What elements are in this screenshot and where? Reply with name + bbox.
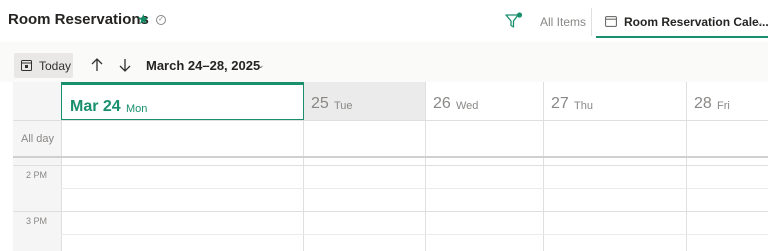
- day-number: 26: [433, 95, 451, 112]
- day-number: 27: [551, 95, 569, 112]
- calendar-week-grid: Mar 24 Mon 25 Tue 26 Wed 27 Thu 28 Fri A…: [13, 82, 768, 251]
- day-header-mon[interactable]: Mar 24 Mon: [61, 82, 304, 120]
- grid-line: [13, 211, 768, 212]
- grid-line: [13, 165, 768, 166]
- day-header-wed[interactable]: 26 Wed: [425, 82, 543, 120]
- list-header: Room Reservations ★ ✓ All Items Room Res…: [0, 0, 768, 42]
- chevron-down-icon[interactable]: ⌄: [257, 60, 265, 71]
- favorite-star-icon[interactable]: ★: [137, 11, 150, 28]
- grid-line: [13, 120, 768, 121]
- day-header-thu[interactable]: 27 Thu: [543, 82, 686, 120]
- previous-week-arrow-icon[interactable]: [89, 57, 105, 73]
- day-number: Mar 24: [70, 98, 121, 115]
- divider: [591, 8, 592, 36]
- page-title: Room Reservations: [8, 11, 149, 28]
- next-week-arrow-icon[interactable]: [117, 57, 133, 73]
- chevron-down-icon: ⌄: [756, 17, 764, 27]
- today-label: Today: [39, 59, 72, 73]
- day-name: Fri: [717, 100, 730, 112]
- day-name: Mon: [126, 103, 148, 115]
- all-day-divider: [13, 156, 768, 158]
- day-header-fri[interactable]: 28 Fri: [686, 82, 768, 120]
- check-circle-icon: ✓: [156, 15, 166, 25]
- calendar-view-icon: [605, 16, 617, 27]
- current-view-label: Room Reservation Cale...: [624, 15, 768, 29]
- day-number: 28: [694, 95, 712, 112]
- current-view-selector[interactable]: Room Reservation Cale... ⌄: [596, 6, 768, 38]
- time-label: 3 PM: [26, 216, 48, 226]
- date-range-picker[interactable]: March 24–28, 2025: [146, 58, 260, 73]
- day-name: Thu: [574, 100, 593, 112]
- all-day-label: All day: [21, 133, 55, 145]
- grid-line: [61, 188, 768, 189]
- day-name: Tue: [334, 100, 353, 112]
- day-name: Wed: [456, 100, 479, 112]
- time-label: 2 PM: [26, 170, 48, 180]
- view-all-items-link[interactable]: All Items: [540, 15, 586, 29]
- day-header-tue[interactable]: 25 Tue: [303, 82, 425, 120]
- today-button[interactable]: Today: [14, 53, 73, 78]
- calendar-toolbar: Today March 24–28, 2025 ⌄: [0, 42, 768, 82]
- calendar-today-icon: [21, 60, 32, 71]
- day-number: 25: [311, 95, 329, 112]
- filter-icon[interactable]: [505, 12, 523, 30]
- grid-line: [61, 234, 768, 235]
